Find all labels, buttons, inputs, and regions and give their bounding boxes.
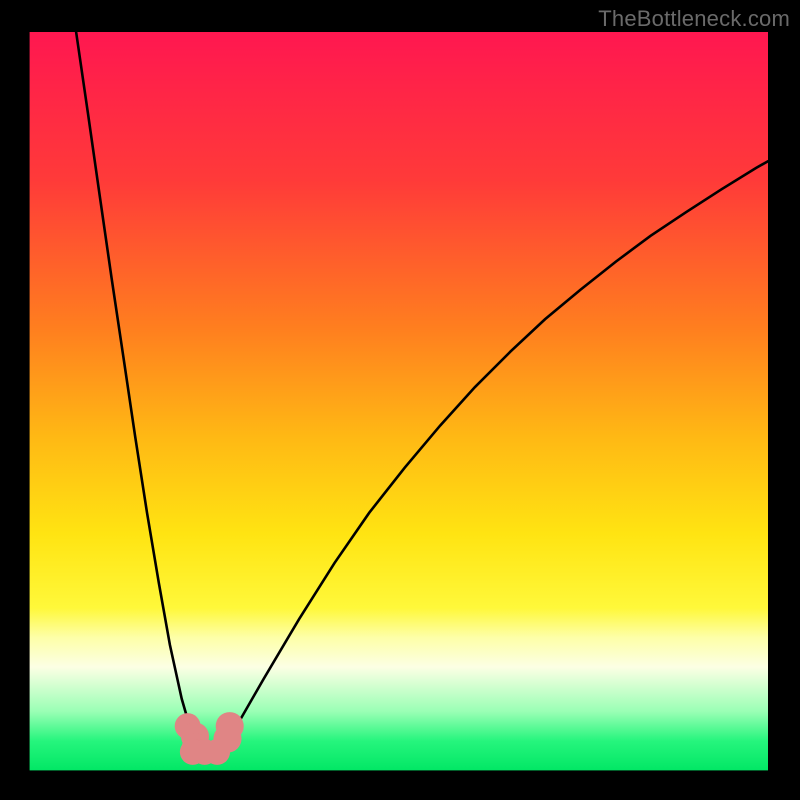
bottleneck-chart	[0, 0, 800, 800]
data-marker	[216, 712, 244, 740]
chart-field	[30, 32, 768, 770]
chart-frame: TheBottleneck.com	[0, 0, 800, 800]
watermark-text: TheBottleneck.com	[598, 6, 790, 32]
